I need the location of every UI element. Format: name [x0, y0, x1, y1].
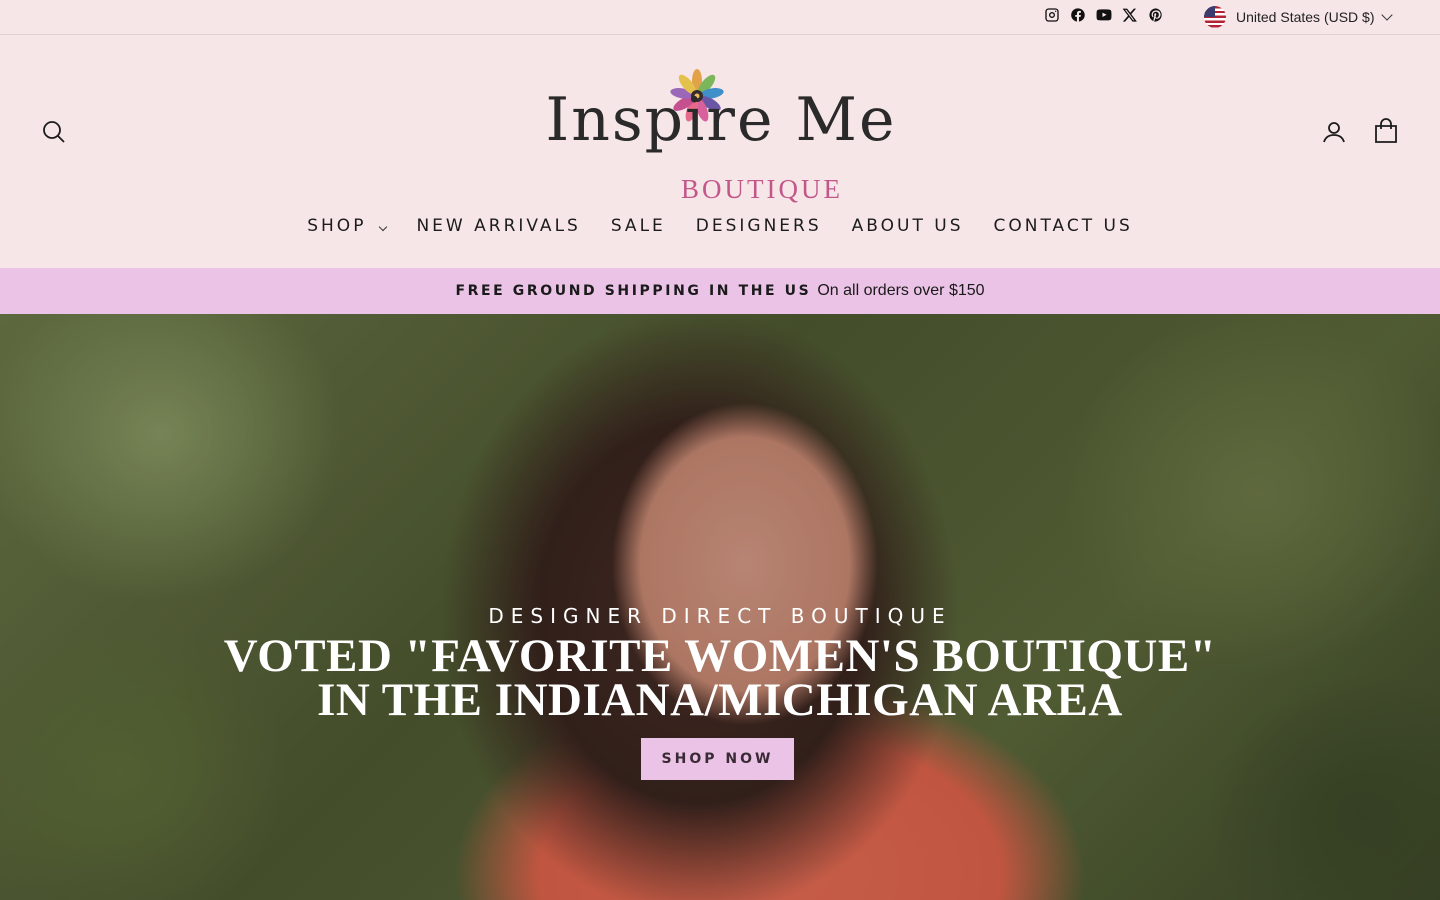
main-nav: SHOP NEW ARRIVALS SALE DESIGNERS ABOUT U…: [0, 216, 1440, 236]
site-header: Inspire Me BOUTIQUE SHOP NEW ARRIVALS SA…: [0, 36, 1440, 268]
announcement-detail: On all orders over $150: [817, 282, 985, 299]
nav-item-shop[interactable]: SHOP: [307, 216, 388, 236]
hero-title: VOTED "FAVORITE WOMEN'S BOUTIQUE" IN THE…: [223, 630, 1217, 726]
hero-kicker: DESIGNER DIRECT BOUTIQUE: [488, 604, 952, 628]
facebook-icon[interactable]: [1069, 6, 1087, 24]
chevron-down-icon: [1380, 8, 1393, 21]
search-button[interactable]: [39, 117, 69, 147]
logo[interactable]: Inspire Me BOUTIQUE: [532, 68, 910, 203]
nav-item-sale[interactable]: SALE: [611, 216, 666, 236]
currency-label: United States (USD $): [1236, 9, 1375, 25]
cart-button[interactable]: [1371, 116, 1401, 146]
nav-item-about-us[interactable]: ABOUT US: [852, 216, 964, 236]
account-button[interactable]: [1319, 117, 1349, 147]
bag-icon: [1375, 118, 1397, 143]
nav-item-new-arrivals[interactable]: NEW ARRIVALS: [416, 216, 580, 236]
user-icon: [1323, 122, 1345, 143]
social-links: [1043, 6, 1165, 24]
instagram-icon[interactable]: [1043, 6, 1061, 24]
utility-bar: United States (USD $): [0, 0, 1440, 35]
announcement-bar[interactable]: FREE GROUND SHIPPING IN THE US On all or…: [0, 268, 1440, 314]
chevron-down-icon: [379, 222, 388, 232]
nav-item-contact-us[interactable]: CONTACT US: [994, 216, 1133, 236]
nav-item-label: SHOP: [307, 216, 367, 236]
logo-wordmark: Inspire Me: [545, 85, 897, 155]
shop-now-button[interactable]: SHOP NOW: [641, 738, 794, 780]
x-icon[interactable]: [1121, 6, 1139, 24]
logo-subtitle: BOUTIQUE: [681, 174, 843, 204]
us-flag-icon: [1204, 6, 1226, 28]
hero-banner: DESIGNER DIRECT BOUTIQUE VOTED "FAVORITE…: [0, 314, 1440, 900]
pinterest-icon[interactable]: [1147, 6, 1165, 24]
announcement-headline: FREE GROUND SHIPPING IN THE US: [455, 283, 812, 299]
search-icon: [43, 121, 65, 143]
currency-selector[interactable]: United States (USD $): [1204, 6, 1393, 28]
youtube-icon[interactable]: [1095, 6, 1113, 24]
nav-item-designers[interactable]: DESIGNERS: [696, 216, 822, 236]
